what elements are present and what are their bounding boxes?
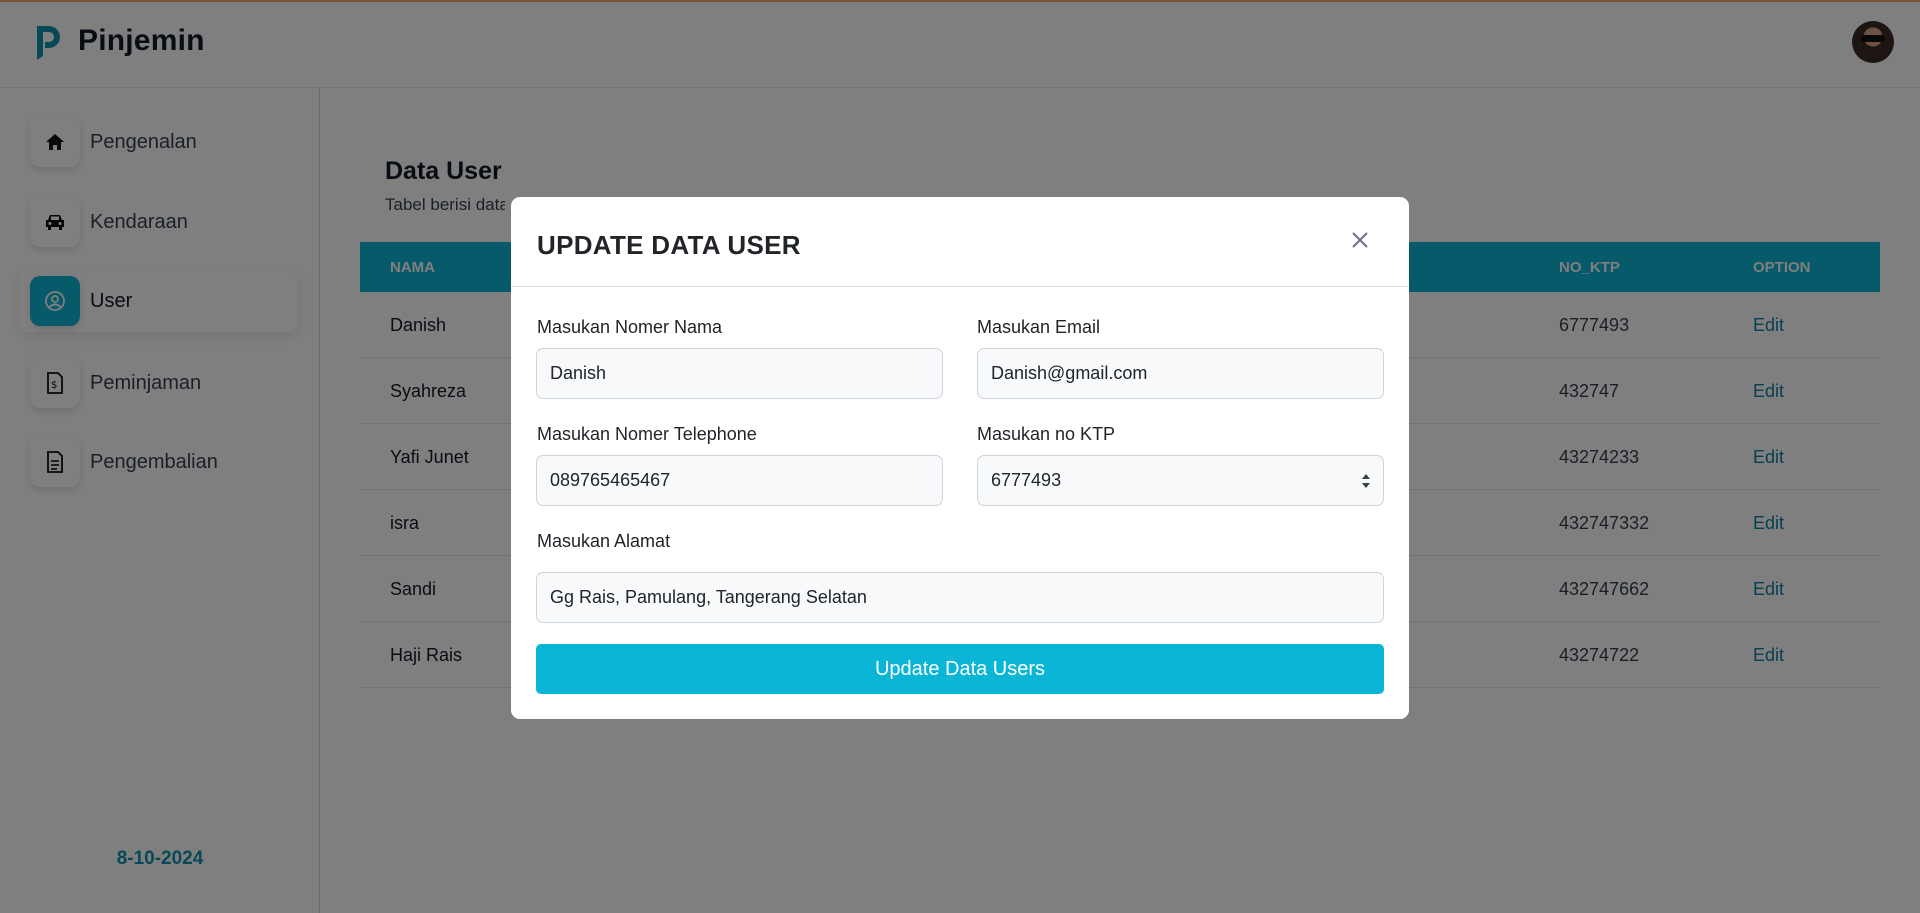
update-data-users-button[interactable]: Update Data Users <box>536 644 1384 694</box>
alamat-input[interactable]: Gg Rais, Pamulang, Tangerang Selatan <box>536 572 1384 623</box>
modal-title: UPDATE DATA USER <box>537 230 801 260</box>
telephone-input[interactable]: 089765465467 <box>536 455 943 506</box>
nama-label: Masukan Nomer Nama <box>537 317 723 337</box>
email-input[interactable]: Danish@gmail.com <box>977 348 1384 399</box>
number-spinner-icon[interactable] <box>1361 471 1371 491</box>
ktp-input-wrapper[interactable]: 6777493 <box>977 455 1384 506</box>
update-user-modal: UPDATE DATA USER Masukan Nomer Nama Dani… <box>511 197 1409 719</box>
close-icon <box>1352 232 1368 248</box>
ktp-input[interactable]: 6777493 <box>991 470 1061 491</box>
alamat-label: Masukan Alamat <box>537 531 671 551</box>
modal-header: UPDATE DATA USER <box>511 197 1409 287</box>
close-button[interactable] <box>1345 225 1375 255</box>
ktp-label: Masukan no KTP <box>977 424 1116 444</box>
email-label: Masukan Email <box>977 317 1101 337</box>
telephone-label: Masukan Nomer Telephone <box>537 424 757 444</box>
nama-input[interactable]: Danish <box>536 348 943 399</box>
